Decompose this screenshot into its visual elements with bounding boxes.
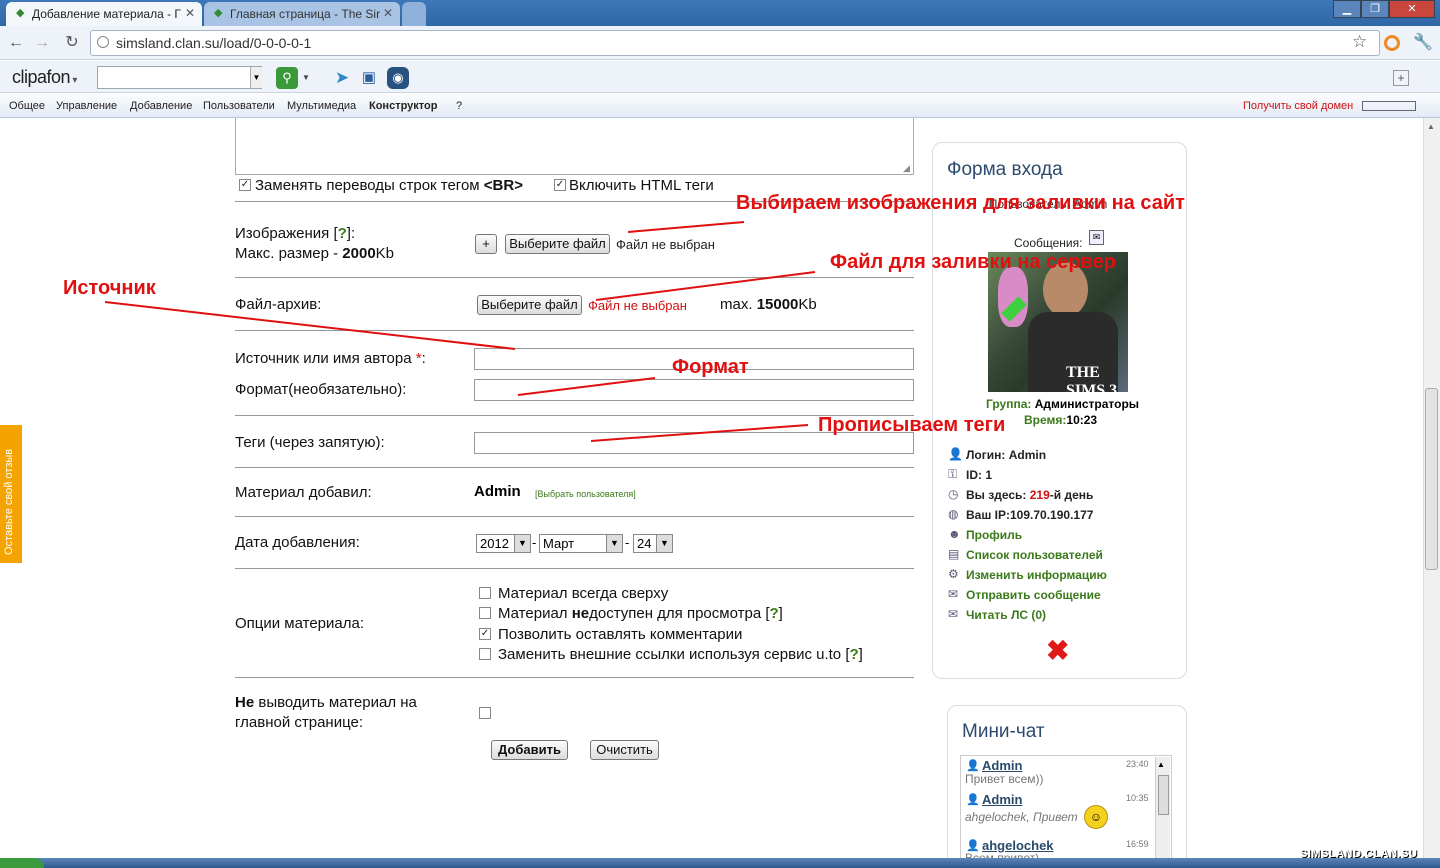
start-button[interactable] [0, 858, 44, 868]
annotation-file: Файл для заливки на сервер [830, 251, 1116, 273]
annotation-lines [104, 221, 816, 442]
annotation-line-tags [590, 424, 809, 442]
annotation-line-format [517, 377, 656, 396]
watermark: SIMSLAND.CLAN.SU [1300, 848, 1418, 860]
annotation-line-source [104, 301, 516, 350]
windows-taskbar [0, 858, 1440, 868]
annotation-tags: Прописываем теги [818, 414, 1006, 436]
annotation-line-images [627, 221, 745, 233]
annotation-images: Выбираем изображения для заливки на сайт [736, 192, 1185, 214]
annotation-line-file [595, 271, 816, 301]
annotation-source: Источник [63, 277, 156, 299]
annotation-format: Формат [672, 356, 749, 378]
